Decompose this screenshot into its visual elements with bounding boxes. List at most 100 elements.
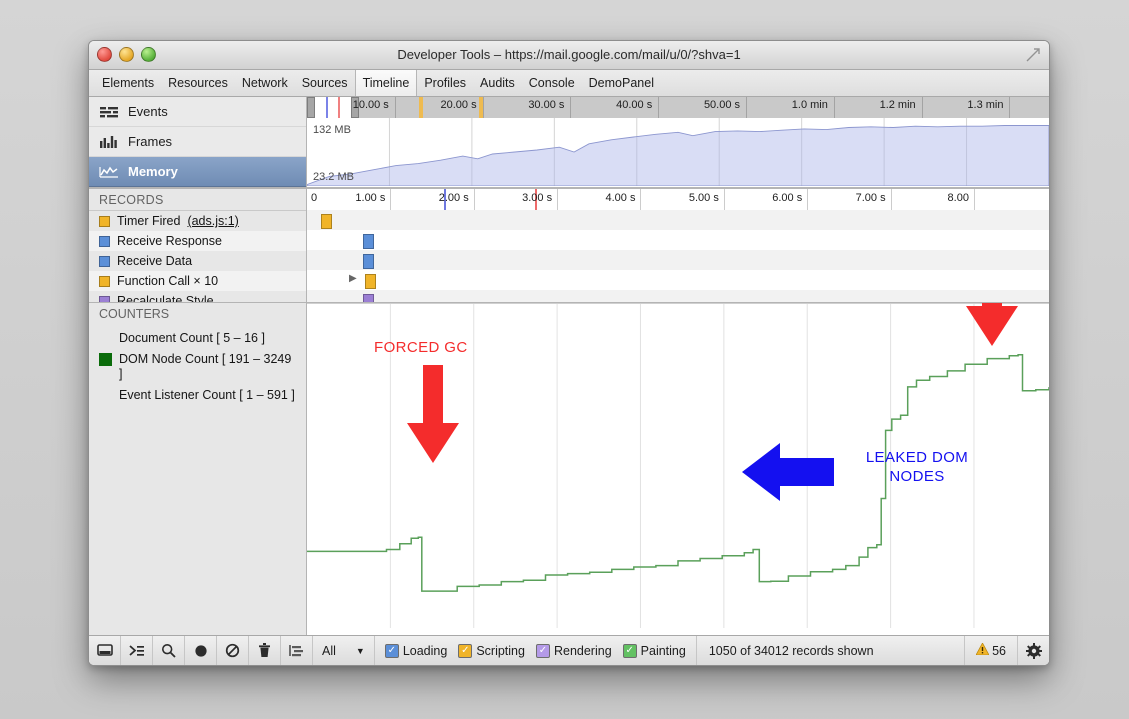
bottom-toolbar[interactable]: All ▼ ✓ Loading ✓ Scripting ✓ Rendering xyxy=(89,635,1049,665)
tab-profiles[interactable]: Profiles xyxy=(417,70,473,96)
tab-timeline[interactable]: Timeline xyxy=(354,70,418,96)
checkbox-box[interactable]: ✓ xyxy=(458,643,473,658)
annotation-forced-gc-left-label: FORCED GC xyxy=(374,339,468,356)
memory-line-icon xyxy=(99,165,119,179)
event-block[interactable] xyxy=(365,274,376,289)
filter-select-value: All xyxy=(322,643,336,658)
event-block[interactable] xyxy=(321,214,332,229)
sidebar-item-memory-label: Memory xyxy=(128,164,178,179)
checkbox-painting[interactable]: ✓ Painting xyxy=(622,643,686,658)
overview-tick-label: 1.3 min xyxy=(967,99,1004,111)
overview-sidebar[interactable]: Events Frames Memory xyxy=(89,97,307,187)
checkbox-loading[interactable]: ✓ Loading xyxy=(384,643,448,658)
tab-audits[interactable]: Audits xyxy=(473,70,522,96)
tab-resources[interactable]: Resources xyxy=(161,70,235,96)
records-band xyxy=(307,250,1049,270)
records-tick-label: 3.00 s xyxy=(522,192,553,204)
counter-swatch xyxy=(99,353,112,366)
counter-event-listener-count[interactable]: Event Listener Count [ 1 – 591 ] xyxy=(89,382,306,403)
sidebar-item-memory[interactable]: Memory xyxy=(89,157,306,187)
counter-swatch xyxy=(99,332,112,345)
events-icon xyxy=(99,105,119,119)
record-row-receive-response[interactable]: Receive Response xyxy=(89,231,306,251)
record-swatch xyxy=(99,255,110,267)
memory-min-label: 23.2 MB xyxy=(313,171,354,183)
window-title: Developer Tools – https://mail.google.co… xyxy=(397,47,741,62)
record-label: Recalculate Style xyxy=(117,294,214,303)
counter-label: Event Listener Count [ 1 – 591 ] xyxy=(119,388,295,402)
checkbox-box[interactable]: ✓ xyxy=(622,643,637,658)
records-tick-label: 6.00 s xyxy=(772,192,803,204)
counter-label: Document Count [ 5 – 16 ] xyxy=(119,331,265,345)
tab-sources[interactable]: Sources xyxy=(295,70,355,96)
counter-document-count[interactable]: Document Count [ 5 – 16 ] xyxy=(89,325,306,346)
tab-elements[interactable]: Elements xyxy=(95,70,161,96)
search-icon[interactable] xyxy=(153,636,185,665)
warning-count: 56 xyxy=(992,643,1006,658)
checkbox-box[interactable]: ✓ xyxy=(384,643,399,658)
overview-tick-label: 10.00 s xyxy=(352,99,389,111)
checkbox-label: Loading xyxy=(402,643,448,658)
warning-indicator[interactable]: 56 xyxy=(964,636,1017,665)
record-row-function-call[interactable]: Function Call × 10 xyxy=(89,271,306,291)
record-swatch xyxy=(99,235,110,247)
clear-icon[interactable] xyxy=(217,636,249,665)
records-main: 0 1.00 s 2.00 s 3.00 s 4.00 s 5.00 s 6.00 s 7.0… xyxy=(307,189,1049,302)
event-block[interactable] xyxy=(363,234,374,249)
title-bar: Developer Tools – https://mail.google.co… xyxy=(89,41,1049,70)
record-label: Receive Response xyxy=(117,234,222,248)
records-ruler[interactable]: 0 1.00 s 2.00 s 3.00 s 4.00 s 5.00 s 6.00 s 7.0… xyxy=(307,189,1049,211)
record-label: Function Call × 10 xyxy=(117,274,219,288)
record-source-link[interactable]: (ads.js:1) xyxy=(187,214,238,228)
annotation-leaked-dom-nodes-label: LEAKED DOM NODES xyxy=(865,449,969,485)
tree-view-icon[interactable] xyxy=(281,636,313,665)
expand-arrow-icon[interactable]: ▶ xyxy=(349,273,357,284)
overview-ruler[interactable]: 10.00 s 20.00 s 30.00 s 40.00 s 50.00 s 1.0 m… xyxy=(307,97,1049,119)
fullscreen-icon[interactable] xyxy=(1026,48,1040,62)
down-arrow-red-right xyxy=(966,303,1018,346)
records-band xyxy=(307,230,1049,250)
panel-tabs[interactable]: Elements Resources Network Sources Timel… xyxy=(89,70,1049,97)
checkbox-rendering[interactable]: ✓ Rendering xyxy=(535,643,612,658)
records-status: 1050 of 34012 records shown xyxy=(708,643,874,658)
sidebar-item-frames[interactable]: Frames xyxy=(89,127,306,157)
checkbox-box[interactable]: ✓ xyxy=(535,643,550,658)
checkbox-scripting[interactable]: ✓ Scripting xyxy=(458,643,525,658)
frames-bars-icon xyxy=(99,135,119,149)
memory-overview-graph: 132 MB 23.2 MB xyxy=(307,118,1049,187)
record-label: Timer Fired xyxy=(117,214,181,228)
checkbox-label: Painting xyxy=(640,643,686,658)
records-tick-label: 5.00 s xyxy=(688,192,719,204)
overview-tick-label: 20.00 s xyxy=(440,99,477,111)
tab-network[interactable]: Network xyxy=(235,70,295,96)
console-drawer-icon[interactable] xyxy=(121,636,153,665)
event-block[interactable] xyxy=(363,254,374,269)
record-row-recalculate-style[interactable]: Recalculate Style xyxy=(89,291,306,303)
trash-icon[interactable] xyxy=(249,636,281,665)
record-row-timer-fired[interactable]: Timer Fired (ads.js:1) xyxy=(89,211,306,231)
records-bands: ▶ xyxy=(307,210,1049,302)
record-swatch xyxy=(99,215,110,227)
record-icon[interactable] xyxy=(185,636,217,665)
record-swatch xyxy=(99,295,110,302)
records-tick-label: 1.00 s xyxy=(355,192,386,204)
tab-console[interactable]: Console xyxy=(522,70,582,96)
checkbox-label: Scripting xyxy=(476,643,525,658)
records-section: RECORDS Timer Fired (ads.js:1) Receive R… xyxy=(89,189,1049,303)
left-arrow-blue xyxy=(742,443,834,501)
sidebar-item-events[interactable]: Events xyxy=(89,97,306,127)
record-row-receive-data[interactable]: Receive Data xyxy=(89,251,306,271)
records-band xyxy=(307,290,1049,302)
screenshot-root: Developer Tools – https://mail.google.co… xyxy=(0,0,1129,719)
counter-dom-node-count[interactable]: DOM Node Count [ 191 – 3249 ] xyxy=(89,346,306,382)
tab-demopanel[interactable]: DemoPanel xyxy=(582,70,661,96)
category-checkboxes[interactable]: ✓ Loading ✓ Scripting ✓ Rendering ✓ Pain… xyxy=(375,636,697,665)
memory-area-path xyxy=(307,118,1049,186)
overview-tick-label: 1.2 min xyxy=(879,99,916,111)
filter-select[interactable]: All ▼ xyxy=(313,636,375,665)
dock-icon[interactable] xyxy=(89,636,121,665)
event-block[interactable] xyxy=(363,294,374,302)
memory-max-label: 132 MB xyxy=(313,124,351,136)
gear-icon[interactable] xyxy=(1017,636,1049,665)
chevron-down-icon: ▼ xyxy=(355,645,365,656)
